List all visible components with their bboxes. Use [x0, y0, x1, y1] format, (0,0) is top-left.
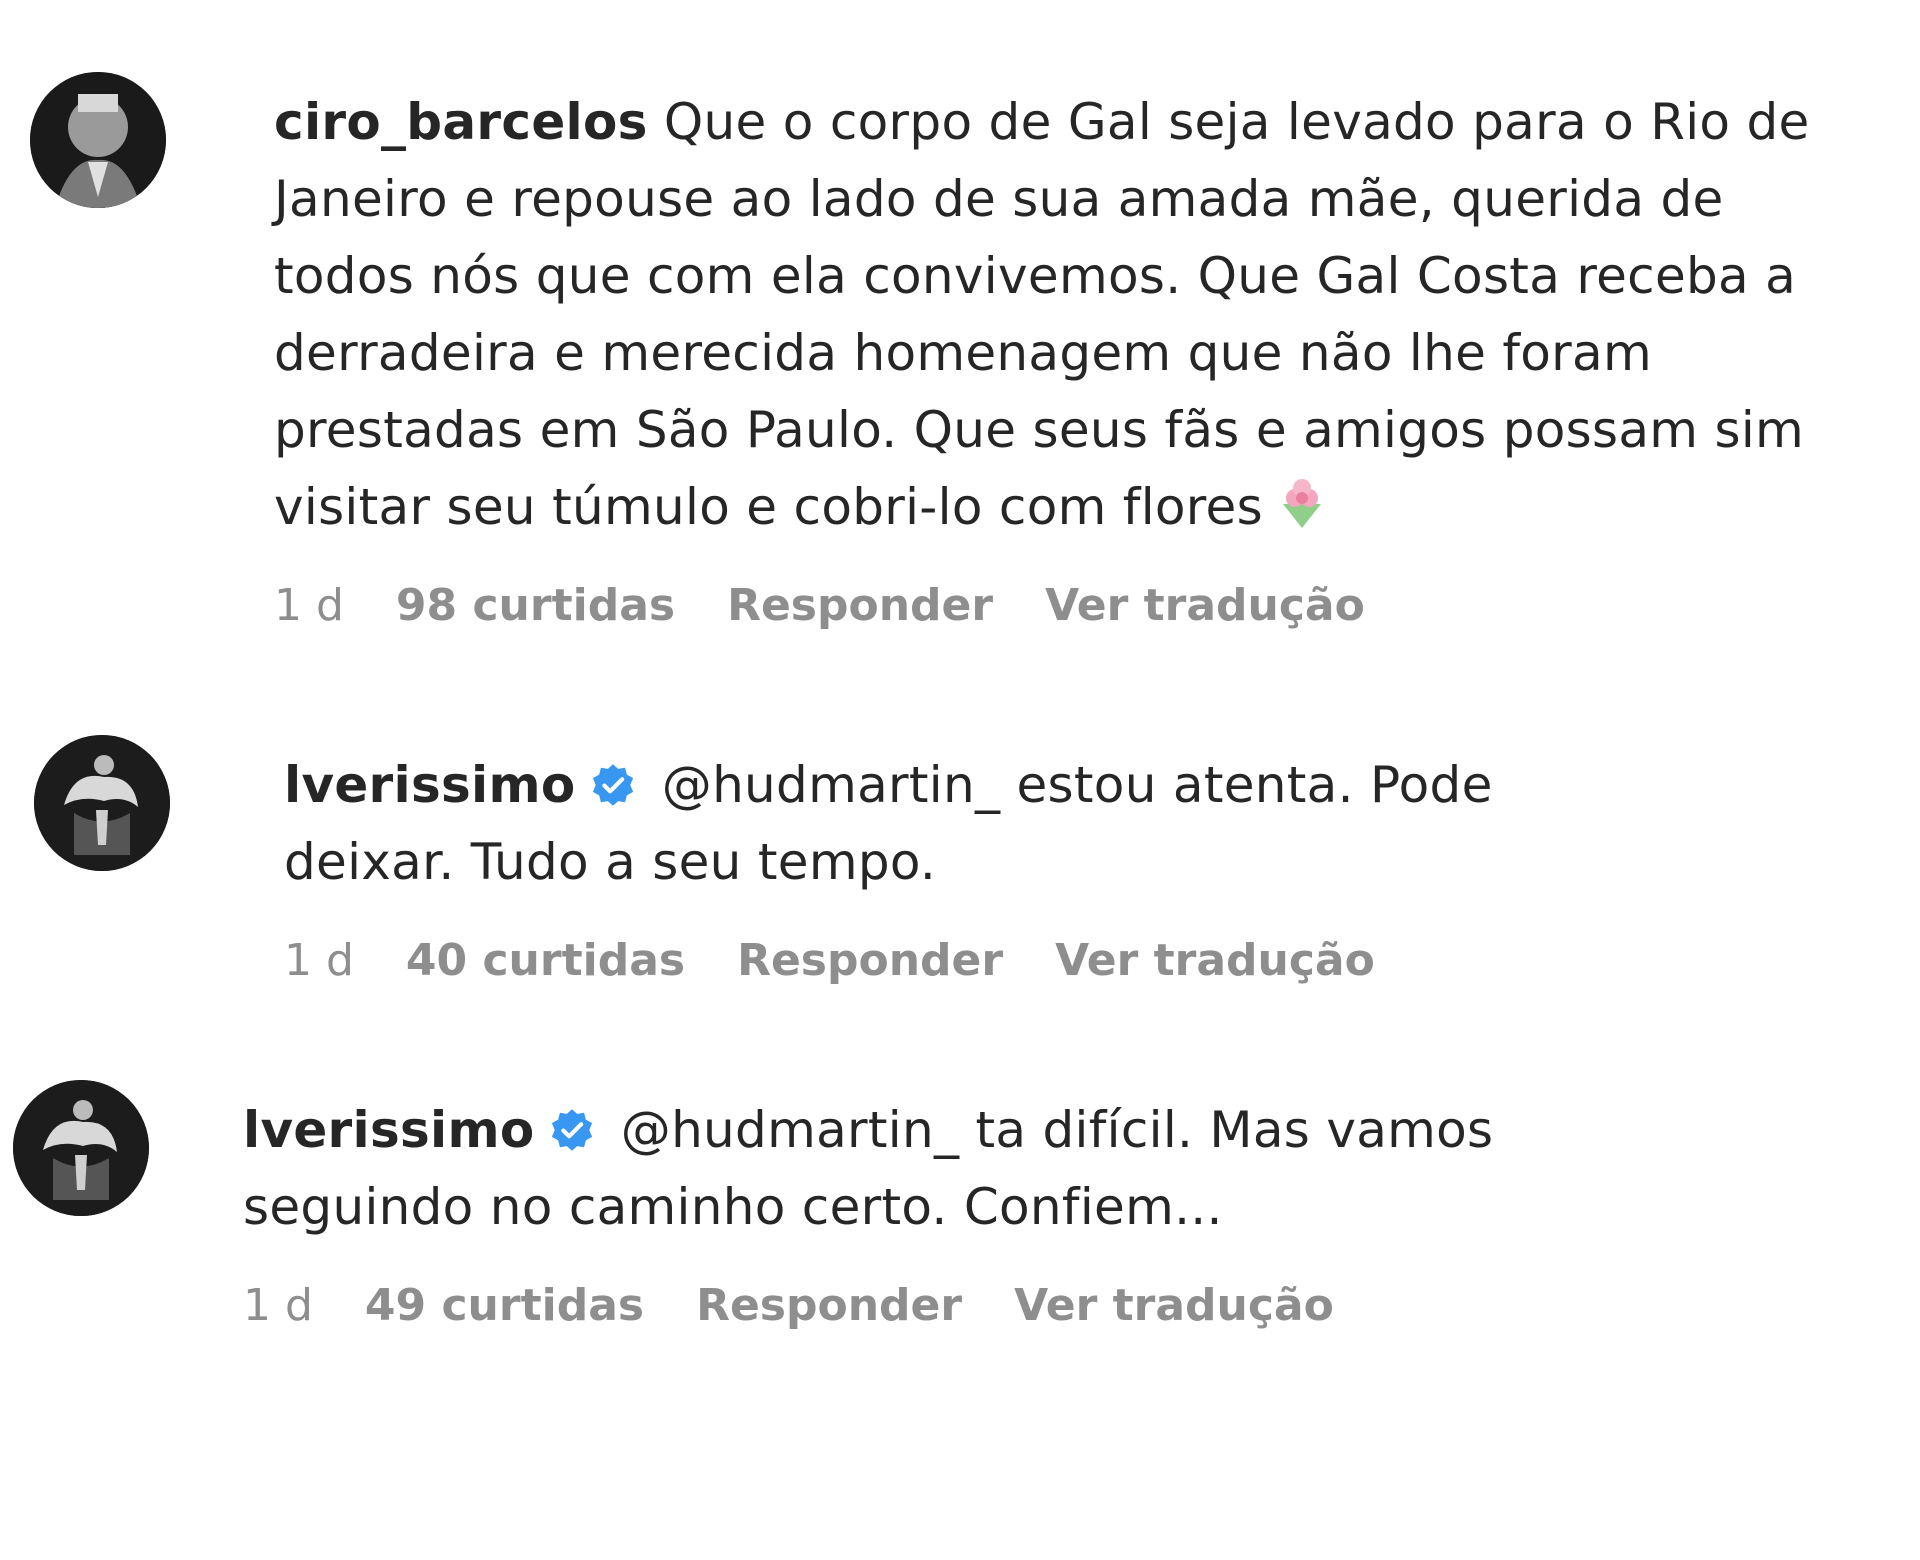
avatar[interactable]: [13, 1080, 149, 1216]
mention-link[interactable]: @hudmartin_: [662, 756, 1001, 814]
timestamp[interactable]: 1 d: [284, 935, 354, 986]
likes-count[interactable]: 98 curtidas: [396, 580, 675, 631]
avatar[interactable]: [34, 735, 170, 871]
verified-badge-icon: [590, 762, 636, 808]
likes-count[interactable]: 49 curtidas: [365, 1280, 644, 1331]
reply-button[interactable]: Responder: [696, 1280, 962, 1331]
likes-count[interactable]: 40 curtidas: [406, 935, 685, 986]
avatar[interactable]: [30, 72, 166, 208]
comment: lverissimo @hudmartin_ ta difícil. Mas v…: [13, 1080, 1543, 1331]
reply-button[interactable]: Responder: [737, 935, 1003, 986]
comment: ciro_barcelos Que o corpo de Gal seja le…: [30, 72, 1834, 631]
translate-button[interactable]: Ver tradução: [1055, 935, 1375, 986]
username[interactable]: lverissimo: [243, 1101, 535, 1159]
username[interactable]: lverissimo: [284, 756, 576, 814]
comment: lverissimo @hudmartin_ estou atenta. Pod…: [34, 735, 1584, 986]
translate-button[interactable]: Ver tradução: [1045, 580, 1365, 631]
reply-button[interactable]: Responder: [727, 580, 993, 631]
comment-meta: 1 d 49 curtidas Responder Ver tradução: [243, 1280, 1543, 1331]
verified-badge-icon: [549, 1107, 595, 1153]
comment-meta: 1 d 98 curtidas Responder Ver tradução: [274, 580, 1834, 631]
flower-bouquet-icon: [1273, 474, 1331, 532]
comment-meta: 1 d 40 curtidas Responder Ver tradução: [284, 935, 1584, 986]
username[interactable]: ciro_barcelos: [274, 93, 648, 151]
timestamp[interactable]: 1 d: [243, 1280, 313, 1331]
mention-link[interactable]: @hudmartin_: [621, 1101, 960, 1159]
translate-button[interactable]: Ver tradução: [1014, 1280, 1334, 1331]
timestamp[interactable]: 1 d: [274, 580, 344, 631]
comment-text: Que o corpo de Gal seja levado para o Ri…: [274, 93, 1810, 536]
